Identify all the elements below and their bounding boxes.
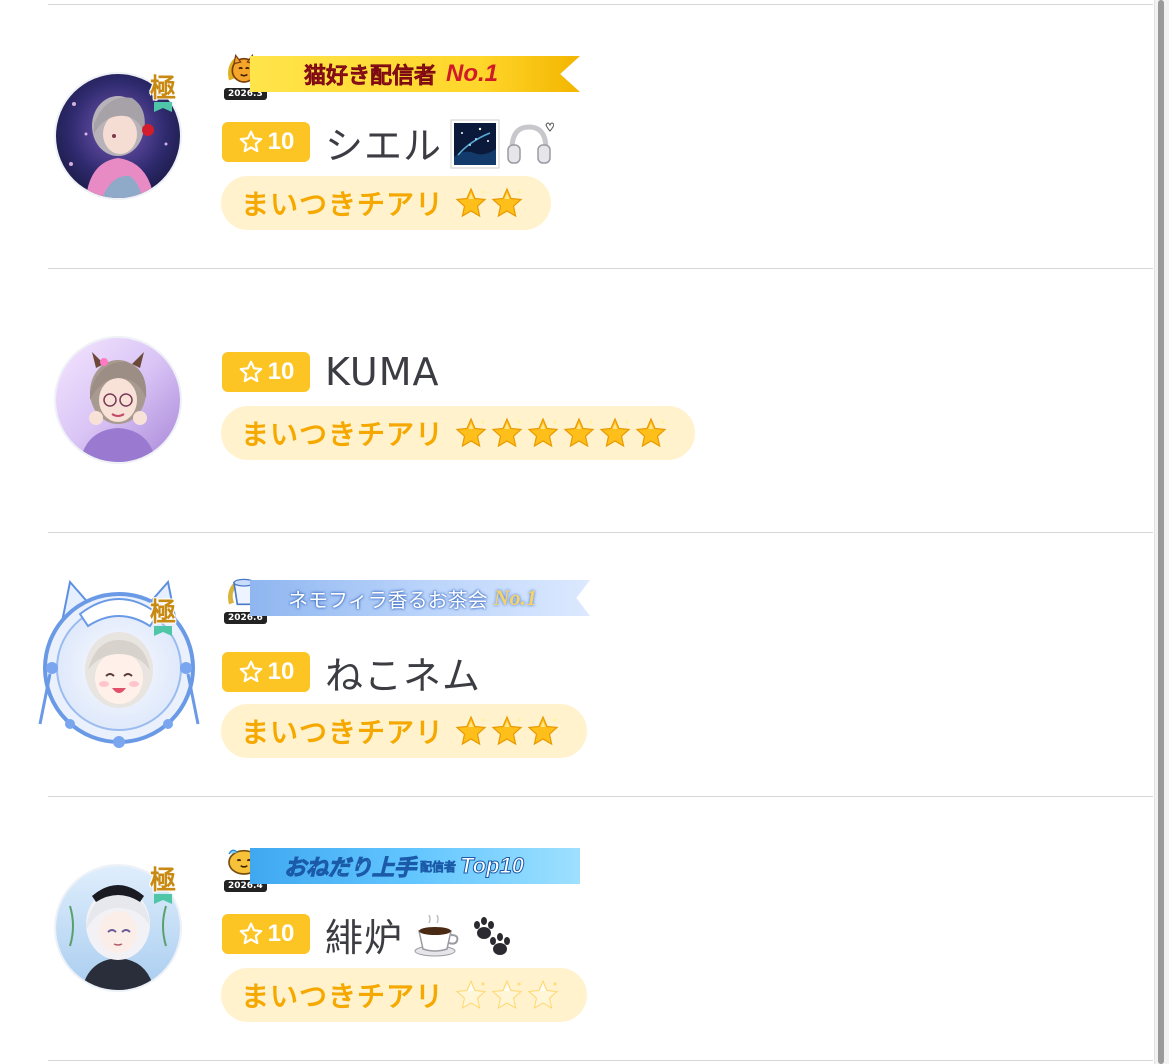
banner-subtitle: 配信者	[420, 859, 457, 874]
cheer-stars	[454, 186, 524, 220]
level-badge: 10	[222, 352, 310, 392]
gold-star-icon	[455, 187, 487, 218]
star-outline-icon	[239, 660, 262, 683]
level-badge: 10	[222, 122, 310, 162]
cheer-badge: まいつきチアリ	[221, 406, 695, 460]
ranking-banner[interactable]: 2026.3 猫好き配信者 No.1	[220, 52, 582, 100]
sparkle-star-icon	[491, 979, 523, 1010]
banner-rank: No.1	[493, 585, 537, 610]
cheer-label: まいつきチアリ	[241, 418, 445, 451]
level-badge: 10	[222, 652, 310, 692]
level-value: 10	[267, 358, 295, 385]
username[interactable]: 緋炉	[325, 911, 511, 960]
scrollbar-thumb[interactable]	[1158, 0, 1164, 1064]
cheer-label: まいつきチアリ	[241, 980, 445, 1013]
star-outline-icon	[239, 360, 262, 383]
level-value: 10	[267, 658, 295, 685]
level-value: 10	[267, 920, 295, 947]
username-text: KUMA	[325, 350, 440, 394]
sparkle-star-icon	[527, 979, 559, 1010]
gold-star-icon	[455, 715, 487, 746]
avatar-frame[interactable]	[30, 574, 208, 752]
cheer-label: まいつきチアリ	[241, 716, 445, 749]
list-item[interactable]: 極 2026.6 ネモフィラ香るお茶会 No.1 10 ねこネム まいつきチアリ	[0, 532, 1150, 796]
list-item[interactable]: 極 2026.3 猫好き配信者 No.1 10 シエル まいつきチアリ	[0, 0, 1150, 268]
gold-star-icon	[491, 417, 523, 448]
list-item[interactable]: 10 KUMA まいつきチアリ	[0, 268, 1150, 532]
ranking-banner[interactable]: 2026.6 ネモフィラ香るお茶会 No.1	[220, 576, 592, 624]
gold-star-icon	[491, 187, 523, 218]
star-outline-icon	[239, 130, 262, 153]
username-text: ねこネム	[325, 653, 482, 698]
night-sky-icon	[450, 119, 500, 169]
username[interactable]: ねこネム	[325, 650, 481, 698]
banner-rank: Top10	[460, 853, 525, 879]
kiwami-badge: 極	[146, 598, 180, 638]
username[interactable]: KUMA	[325, 350, 440, 394]
username[interactable]: シエル	[325, 119, 555, 169]
banner-strip: 猫好き配信者 No.1	[250, 56, 580, 92]
username-text: 緋炉	[325, 915, 404, 960]
sparkle-star-icon	[455, 979, 487, 1010]
gold-star-icon	[455, 417, 487, 448]
gold-star-icon	[527, 715, 559, 746]
avatar[interactable]	[54, 336, 182, 464]
star-outline-icon	[239, 922, 262, 945]
cheer-badge: まいつきチアリ	[221, 704, 587, 758]
cheer-stars	[454, 714, 560, 748]
cheer-badge: まいつきチアリ	[221, 968, 587, 1022]
gold-star-icon	[527, 417, 559, 448]
banner-strip: おねだり上手 配信者 Top10	[250, 848, 580, 884]
coffee-icon	[411, 911, 459, 957]
banner-title: おねだり上手	[283, 856, 417, 882]
banner-rank: No.1	[446, 60, 499, 87]
cheer-stars	[454, 416, 668, 450]
kiwami-badge: 極	[146, 74, 180, 114]
scrollbar[interactable]	[1154, 0, 1169, 1064]
username-text: シエル	[325, 123, 443, 168]
banner-strip: ネモフィラ香るお茶会 No.1	[250, 580, 590, 616]
gold-star-icon	[635, 417, 667, 448]
cheer-badge: まいつきチアリ	[221, 176, 551, 230]
level-badge: 10	[222, 914, 310, 954]
paw-prints-icon	[465, 911, 511, 957]
gold-star-icon	[599, 417, 631, 448]
cheer-label: まいつきチアリ	[241, 188, 445, 221]
list-item[interactable]: 極 2026.4 おねだり上手 配信者 Top10 10 緋炉 まいつきチアリ	[0, 796, 1150, 1064]
cheerleader-list: 極 2026.3 猫好き配信者 No.1 10 シエル まいつきチアリ 10 K…	[0, 0, 1169, 1064]
level-value: 10	[267, 128, 295, 155]
kiwami-badge: 極	[146, 866, 180, 906]
gold-star-icon	[563, 417, 595, 448]
banner-title: 猫好き配信者	[304, 64, 437, 90]
headphones-icon	[504, 119, 555, 165]
ranking-banner[interactable]: 2026.4 おねだり上手 配信者 Top10	[220, 844, 582, 892]
gold-star-icon	[491, 715, 523, 746]
banner-title: ネモフィラ香るお茶会	[288, 587, 488, 612]
cheer-stars	[454, 978, 560, 1012]
